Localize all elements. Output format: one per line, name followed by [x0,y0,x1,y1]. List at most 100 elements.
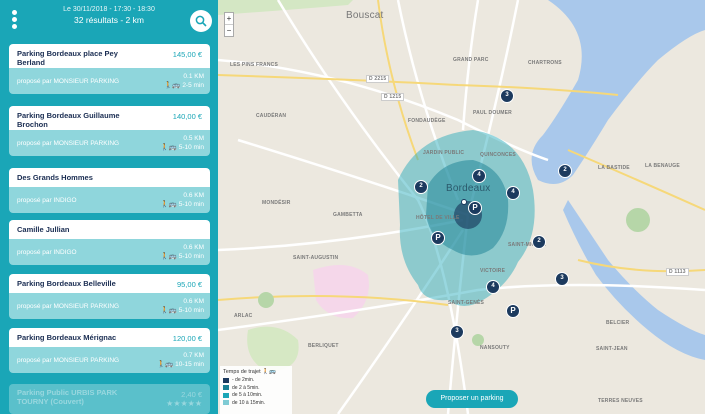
listing-provider: proposé par MONSIEUR PARKING [17,357,120,364]
cluster-marker[interactable]: 4 [506,186,520,200]
legend-swatch [223,400,229,405]
listing-provider: proposé par MONSIEUR PARKING [17,78,120,85]
map-label: MONDÉSIR [262,200,291,206]
travel-time-value: 5-10 min [178,307,204,314]
search-button[interactable] [190,10,212,32]
listing-name: Des Grands Hommes [17,173,93,182]
cluster-marker[interactable]: 4 [472,169,486,183]
listing-card[interactable]: Des Grands Hommes proposé par INDIGO 0.6 … [9,168,210,213]
menu-dots-icon[interactable] [12,10,18,30]
map-label: VICTOIRE [480,268,506,274]
listing-name: Parking Public URBIS PARK TOURNY (Couver… [17,388,118,406]
listing-distance: 0.5 KM [183,135,204,142]
cluster-marker[interactable]: 4 [486,280,500,294]
map-label: TERRES NEUVES [598,398,643,404]
zoom-control: + − [224,12,234,37]
listing-name: Parking Bordeaux Guillaume Brochon [17,111,120,129]
map-label: NANSOUTY [480,345,510,351]
search-icon [195,15,207,27]
propose-parking-button[interactable]: Proposer un parking [426,390,518,408]
map-label: PAUL DOUMER [473,110,512,116]
listing-travel-time: 🚶🚌 5-10 min [160,307,204,314]
legend-label: de 2 à 5min. [232,384,260,391]
road-sign: D 1215 [381,93,405,101]
listing-card[interactable]: Camille Jullian proposé par INDIGO 0.6 KM… [9,220,210,265]
zoom-out-button[interactable]: − [225,25,233,36]
listing-card[interactable]: Parking Bordeaux place Pey Berland 145,00… [9,44,210,94]
parking-marker[interactable]: P [431,231,445,245]
listing-travel-time: 🚶🚌 5-10 min [160,144,204,151]
listing-provider: proposé par INDIGO [17,197,77,204]
results-sidebar: Le 30/11/2018 - 17:30 - 18:30 32 résulta… [0,0,218,414]
listing-card[interactable]: Parking Public URBIS PARK TOURNY (Couver… [9,384,210,414]
map-label: GAMBETTA [333,212,363,218]
listing-name: Camille Jullian [17,225,70,234]
legend-row: de 2 à 5min. [223,385,289,391]
map-label: GRAND PARC [453,57,489,63]
cluster-marker[interactable]: 2 [414,180,428,194]
sidebar-header: Le 30/11/2018 - 17:30 - 18:30 32 résulta… [0,0,218,40]
legend-row: - de 2min. [223,377,289,383]
listing-price: 95,00 € [176,280,202,289]
zoom-in-button[interactable]: + [225,13,233,25]
map-label: BELCIER [606,320,630,326]
legend-label: de 10 à 15min. [232,399,266,406]
legend-row: de 10 à 15min. [223,400,289,406]
date-range: Le 30/11/2018 - 17:30 - 18:30 [63,6,155,13]
cluster-marker[interactable]: 2 [558,164,572,178]
listing-distance: 0.1 KM [183,73,204,80]
travel-time-legend: Temps de trajet 🚶🚌 - de 2min. de 2 à 5mi… [220,366,292,414]
result-count: 32 résultats - 2 km [74,15,144,25]
map-label: HÔTEL DE VILLE [416,215,460,221]
map-label: LA BENAUGE [645,163,680,169]
listing-travel-time: 🚶🚌 2-5 min [164,82,204,89]
travel-time-value: 5-10 min [178,201,204,208]
legend-label: - de 2min. [232,377,255,383]
listing-card[interactable]: Parking Bordeaux Mérignac 120,00 € propos… [9,328,210,373]
road-sign: D 1113 [666,268,689,276]
map-label: Bordeaux [446,183,491,194]
listing-distance: 0.7 KM [183,352,204,359]
parking-marker[interactable]: P [506,304,520,318]
map-label: SAINT-GENÈS [448,300,485,306]
parking-marker[interactable]: P [468,201,482,215]
cluster-marker[interactable]: 3 [500,89,514,103]
listing-name: Parking Bordeaux Belleville [17,279,116,288]
listing-provider: proposé par MONSIEUR PARKING [17,140,120,147]
cluster-marker[interactable]: 3 [450,325,464,339]
map-label: QUINCONCES [480,152,516,158]
cluster-marker[interactable]: 3 [555,272,569,286]
listing-card[interactable]: Parking Bordeaux Guillaume Brochon 140,00… [9,106,210,156]
map-label: SAINT-AUGUSTIN [293,255,339,261]
legend-swatch [223,392,229,398]
listing-travel-time: 🚶🚌 5-10 min [160,201,204,208]
travel-time-value: 2-5 min [182,82,204,89]
search-summary: Le 30/11/2018 - 17:30 - 18:30 32 résulta… [30,6,188,25]
map-label: FONDAUDÈGE [408,118,446,124]
listing-card[interactable]: Parking Bordeaux Belleville 95,00 € propo… [9,274,210,319]
listing-distance: 0.6 KM [183,192,204,199]
rating-stars: ★★★★★ [166,399,202,408]
listing-provider: proposé par INDIGO [17,249,77,256]
travel-time-value: 10-15 min [175,361,204,368]
map-label: JARDIN PUBLIC [423,150,465,156]
map-label: SAINT-JEAN [596,346,628,352]
travel-time-value: 5-10 min [178,253,204,260]
map-label: CAUDÉRAN [256,113,287,119]
map-label: LA BASTIDE [598,165,630,171]
listing-distance: 0.6 KM [183,298,204,305]
listing-price: 2,40 € [181,390,202,399]
map-label: ARLAC [234,313,253,319]
listing-travel-time: 🚶🚌 5-10 min [160,253,204,260]
listing-price: 120,00 € [172,334,202,343]
map-label: CHARTRONS [528,60,562,66]
map-label: LES PINS FRANCS [230,62,279,68]
listing-price: 145,00 € [172,50,202,59]
map[interactable]: Bouscat LES PINS FRANCS GRAND PARC CHART… [218,0,705,414]
road-sign: D 2215 [366,75,390,83]
legend-title: Temps de trajet 🚶🚌 [223,369,289,375]
listing-name: Parking Bordeaux place Pey Berland [17,49,118,67]
legend-row: de 5 à 10min. [223,392,289,398]
cluster-marker[interactable]: 2 [532,235,546,249]
map-label: BERLIQUET [308,343,339,349]
